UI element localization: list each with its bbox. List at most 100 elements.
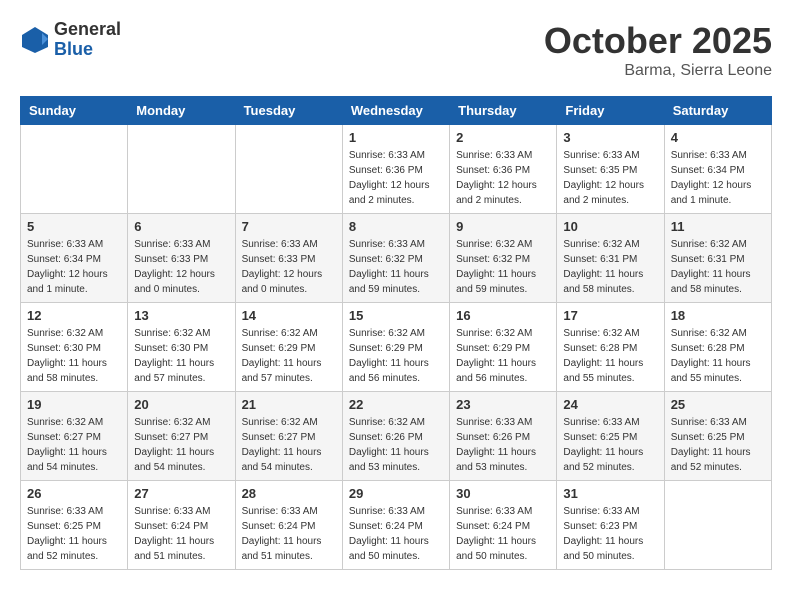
calendar-cell: 23 Sunrise: 6:33 AM Sunset: 6:26 PM Dayli…	[450, 392, 557, 481]
calendar-week-4: 19 Sunrise: 6:32 AM Sunset: 6:27 PM Dayli…	[21, 392, 772, 481]
day-info: Sunrise: 6:32 AM Sunset: 6:29 PM Dayligh…	[456, 326, 550, 386]
day-info: Sunrise: 6:33 AM Sunset: 6:34 PM Dayligh…	[27, 237, 121, 297]
calendar-cell: 21Sunrise: 6:32 AM Sunset: 6:27 PM Dayli…	[235, 392, 342, 481]
day-number: 31	[563, 486, 657, 501]
day-number: 13	[134, 308, 228, 323]
day-number: 19	[27, 397, 121, 412]
calendar-cell: 22 Sunrise: 6:32 AM Sunset: 6:26 PM Dayli…	[342, 392, 449, 481]
day-number: 4	[671, 130, 765, 145]
calendar-body: 1 Sunrise: 6:33 AM Sunset: 6:36 PM Daylig…	[21, 125, 772, 570]
calendar-cell: 12 Sunrise: 6:32 AM Sunset: 6:30 PM Dayli…	[21, 303, 128, 392]
day-number: 9	[456, 219, 550, 234]
day-number: 15	[349, 308, 443, 323]
calendar-cell: 7 Sunrise: 6:33 AM Sunset: 6:33 PM Daylig…	[235, 214, 342, 303]
day-info: Sunrise: 6:33 AM Sunset: 6:33 PM Dayligh…	[134, 237, 228, 297]
day-number: 24	[563, 397, 657, 412]
col-wednesday: Wednesday	[342, 97, 449, 125]
title-block: October 2025 Barma, Sierra Leone	[544, 20, 772, 80]
col-thursday: Thursday	[450, 97, 557, 125]
day-number: 17	[563, 308, 657, 323]
calendar-header: Sunday Monday Tuesday Wednesday Thursday…	[21, 97, 772, 125]
day-info: Sunrise: 6:33 AM Sunset: 6:23 PM Dayligh…	[563, 504, 657, 564]
day-number: 14	[242, 308, 336, 323]
calendar-cell: 14 Sunrise: 6:32 AM Sunset: 6:29 PM Dayli…	[235, 303, 342, 392]
day-info: Sunrise: 6:32 AM Sunset: 6:30 PM Dayligh…	[134, 326, 228, 386]
col-sunday: Sunday	[21, 97, 128, 125]
day-info: Sunrise: 6:33 AM Sunset: 6:24 PM Dayligh…	[456, 504, 550, 564]
day-info: Sunrise: 6:32 AM Sunset: 6:27 PM Dayligh…	[134, 415, 228, 475]
calendar-cell: 11 Sunrise: 6:32 AM Sunset: 6:31 PM Dayli…	[664, 214, 771, 303]
day-number: 1	[349, 130, 443, 145]
calendar-cell: 8Sunrise: 6:33 AM Sunset: 6:32 PM Daylig…	[342, 214, 449, 303]
day-number: 18	[671, 308, 765, 323]
day-number: 7	[242, 219, 336, 234]
day-info: Sunrise: 6:32 AM Sunset: 6:27 PM Dayligh…	[242, 415, 336, 475]
day-number: 30	[456, 486, 550, 501]
calendar-cell: 13 Sunrise: 6:32 AM Sunset: 6:30 PM Dayli…	[128, 303, 235, 392]
day-info: Sunrise: 6:33 AM Sunset: 6:36 PM Dayligh…	[349, 148, 443, 208]
calendar-cell: 10 Sunrise: 6:32 AM Sunset: 6:31 PM Dayli…	[557, 214, 664, 303]
day-number: 11	[671, 219, 765, 234]
day-info: Sunrise: 6:32 AM Sunset: 6:31 PM Dayligh…	[563, 237, 657, 297]
calendar-cell	[235, 125, 342, 214]
day-info: Sunrise: 6:33 AM Sunset: 6:36 PM Dayligh…	[456, 148, 550, 208]
day-info: Sunrise: 6:33 AM Sunset: 6:33 PM Dayligh…	[242, 237, 336, 297]
day-number: 3	[563, 130, 657, 145]
calendar-cell: 31 Sunrise: 6:33 AM Sunset: 6:23 PM Dayli…	[557, 481, 664, 570]
day-info: Sunrise: 6:32 AM Sunset: 6:31 PM Dayligh…	[671, 237, 765, 297]
day-number: 26	[27, 486, 121, 501]
day-info: Sunrise: 6:33 AM Sunset: 6:24 PM Dayligh…	[134, 504, 228, 564]
day-number: 12	[27, 308, 121, 323]
day-info: Sunrise: 6:33 AM Sunset: 6:25 PM Dayligh…	[671, 415, 765, 475]
day-info: Sunrise: 6:32 AM Sunset: 6:29 PM Dayligh…	[242, 326, 336, 386]
day-info: Sunrise: 6:33 AM Sunset: 6:24 PM Dayligh…	[349, 504, 443, 564]
day-info: Sunrise: 6:32 AM Sunset: 6:27 PM Dayligh…	[27, 415, 121, 475]
day-number: 27	[134, 486, 228, 501]
day-info: Sunrise: 6:32 AM Sunset: 6:26 PM Dayligh…	[349, 415, 443, 475]
calendar-table: Sunday Monday Tuesday Wednesday Thursday…	[20, 96, 772, 570]
calendar-week-1: 1 Sunrise: 6:33 AM Sunset: 6:36 PM Daylig…	[21, 125, 772, 214]
day-number: 8	[349, 219, 443, 234]
calendar-cell: 24 Sunrise: 6:33 AM Sunset: 6:25 PM Dayli…	[557, 392, 664, 481]
calendar-cell: 9 Sunrise: 6:32 AM Sunset: 6:32 PM Daylig…	[450, 214, 557, 303]
day-number: 23	[456, 397, 550, 412]
day-number: 6	[134, 219, 228, 234]
calendar-cell: 26Sunrise: 6:33 AM Sunset: 6:25 PM Dayli…	[21, 481, 128, 570]
calendar-cell: 17Sunrise: 6:32 AM Sunset: 6:28 PM Dayli…	[557, 303, 664, 392]
calendar-cell: 16Sunrise: 6:32 AM Sunset: 6:29 PM Dayli…	[450, 303, 557, 392]
day-number: 20	[134, 397, 228, 412]
day-info: Sunrise: 6:33 AM Sunset: 6:24 PM Dayligh…	[242, 504, 336, 564]
calendar-week-2: 5Sunrise: 6:33 AM Sunset: 6:34 PM Daylig…	[21, 214, 772, 303]
calendar-cell	[664, 481, 771, 570]
calendar-cell: 2 Sunrise: 6:33 AM Sunset: 6:36 PM Daylig…	[450, 125, 557, 214]
day-info: Sunrise: 6:33 AM Sunset: 6:25 PM Dayligh…	[563, 415, 657, 475]
calendar-cell: 28 Sunrise: 6:33 AM Sunset: 6:24 PM Dayli…	[235, 481, 342, 570]
day-info: Sunrise: 6:32 AM Sunset: 6:30 PM Dayligh…	[27, 326, 121, 386]
calendar-cell: 19 Sunrise: 6:32 AM Sunset: 6:27 PM Dayli…	[21, 392, 128, 481]
weekday-row: Sunday Monday Tuesday Wednesday Thursday…	[21, 97, 772, 125]
day-info: Sunrise: 6:33 AM Sunset: 6:26 PM Dayligh…	[456, 415, 550, 475]
day-info: Sunrise: 6:33 AM Sunset: 6:35 PM Dayligh…	[563, 148, 657, 208]
day-number: 29	[349, 486, 443, 501]
logo-blue: Blue	[54, 40, 121, 60]
calendar-cell: 20 Sunrise: 6:32 AM Sunset: 6:27 PM Dayli…	[128, 392, 235, 481]
calendar-cell: 3 Sunrise: 6:33 AM Sunset: 6:35 PM Daylig…	[557, 125, 664, 214]
day-number: 10	[563, 219, 657, 234]
day-number: 28	[242, 486, 336, 501]
col-monday: Monday	[128, 97, 235, 125]
calendar-cell	[21, 125, 128, 214]
calendar-week-3: 12 Sunrise: 6:32 AM Sunset: 6:30 PM Dayli…	[21, 303, 772, 392]
calendar-cell: 5Sunrise: 6:33 AM Sunset: 6:34 PM Daylig…	[21, 214, 128, 303]
day-number: 2	[456, 130, 550, 145]
calendar-cell: 27 Sunrise: 6:33 AM Sunset: 6:24 PM Dayli…	[128, 481, 235, 570]
col-tuesday: Tuesday	[235, 97, 342, 125]
day-info: Sunrise: 6:32 AM Sunset: 6:28 PM Dayligh…	[671, 326, 765, 386]
day-number: 25	[671, 397, 765, 412]
day-number: 22	[349, 397, 443, 412]
page-header: General Blue October 2025 Barma, Sierra …	[20, 20, 772, 80]
calendar-cell: 30 Sunrise: 6:33 AM Sunset: 6:24 PM Dayli…	[450, 481, 557, 570]
day-info: Sunrise: 6:32 AM Sunset: 6:29 PM Dayligh…	[349, 326, 443, 386]
calendar-cell: 25 Sunrise: 6:33 AM Sunset: 6:25 PM Dayli…	[664, 392, 771, 481]
day-info: Sunrise: 6:32 AM Sunset: 6:32 PM Dayligh…	[456, 237, 550, 297]
day-info: Sunrise: 6:33 AM Sunset: 6:34 PM Dayligh…	[671, 148, 765, 208]
